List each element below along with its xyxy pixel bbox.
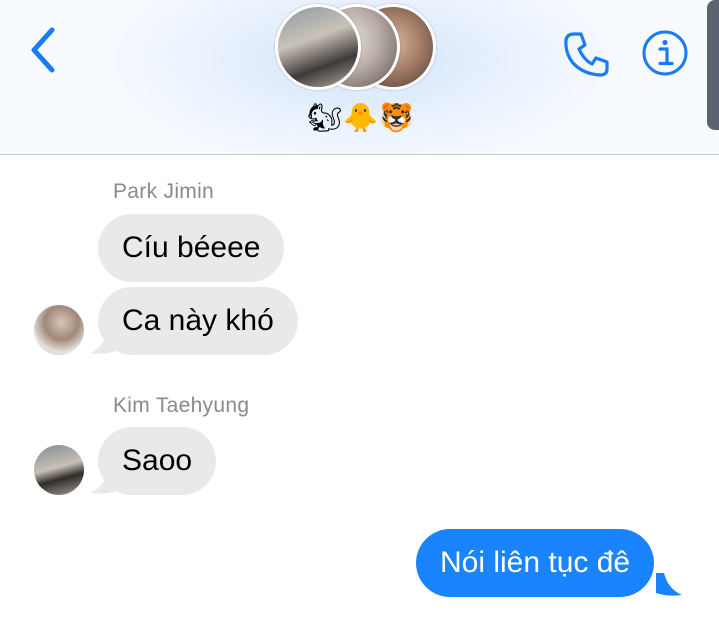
message-bubble[interactable]: Nói liên tục đê — [416, 529, 655, 597]
chat-screen: 🐿🐥🐯 Park Jimin Cíu béeee Ca này khó Kim … — [0, 0, 719, 618]
avatar[interactable] — [34, 445, 84, 495]
side-edge-handle — [707, 0, 719, 130]
conversation-header: 🐿🐥🐯 — [0, 0, 719, 155]
message-bubble[interactable]: Saoo — [98, 427, 217, 495]
call-button[interactable] — [560, 28, 612, 80]
bubble-tail — [656, 573, 682, 596]
phone-icon — [564, 32, 609, 77]
info-icon — [642, 30, 688, 76]
group-avatar-stack[interactable] — [272, 4, 452, 96]
avatar[interactable] — [34, 305, 84, 355]
back-button[interactable] — [24, 24, 64, 76]
chevron-left-icon — [31, 27, 55, 73]
info-button[interactable] — [641, 29, 689, 77]
sender-name: Park Jimin — [113, 180, 215, 203]
message-bubble[interactable]: Cíu béeee — [98, 214, 285, 282]
group-name[interactable]: 🐿🐥🐯 — [306, 100, 416, 136]
message-bubble[interactable]: Ca này khó — [98, 287, 298, 355]
sender-name: Kim Taehyung — [113, 394, 250, 417]
group-member-avatar — [275, 4, 361, 90]
